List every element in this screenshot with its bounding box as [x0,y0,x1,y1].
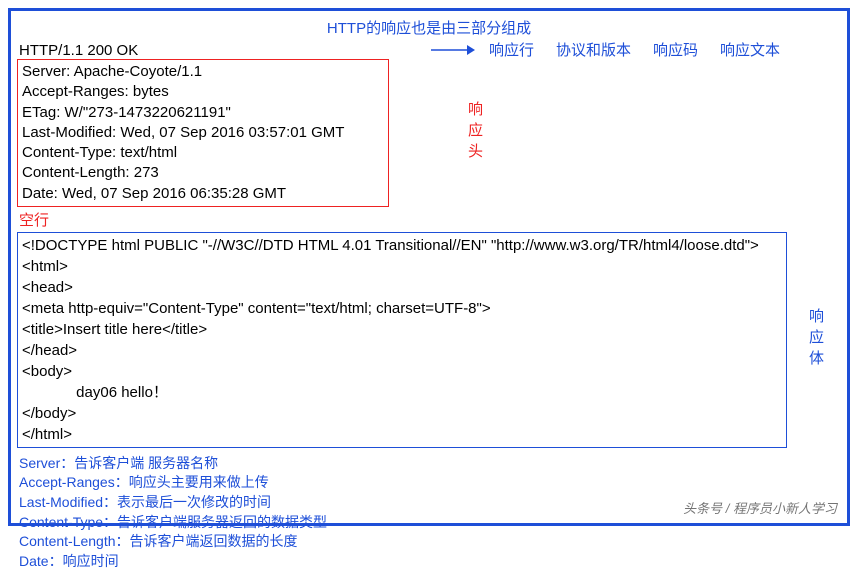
diagram-title: HTTP的响应也是由三部分组成 [17,17,841,38]
arrow-icon [431,43,475,57]
response-body-box: <!DOCTYPE html PUBLIC "-//W3C//DTD HTML … [17,232,787,448]
status-label-line: 响应行 [489,39,534,60]
status-line-annotations: 响应行 协议和版本 响应码 响应文本 [431,39,780,60]
header-line: ETag: W/"273-1473220621191" [22,103,384,123]
diagram-frame: HTTP的响应也是由三部分组成 HTTP/1.1 200 OK 响应行 协议和版… [8,8,850,526]
status-label-protocol: 协议和版本 [556,39,631,60]
headers-row: Server: Apache-Coyote/1.1 Accept-Ranges:… [17,59,841,207]
header-line: Content-Type: text/html [22,143,384,163]
watermark-text: 头条号 / 程序员小新人学习 [683,498,837,517]
header-line: Server: Apache-Coyote/1.1 [22,62,384,82]
headers-section-label: 响应头 [464,101,485,164]
body-row: <!DOCTYPE html PUBLIC "-//W3C//DTD HTML … [17,232,841,448]
blank-line-label: 空行 [17,209,841,230]
status-label-code: 响应码 [653,39,698,60]
explanation-line: Server：告诉客户端 服务器名称 [19,454,841,474]
header-line: Content-Length: 273 [22,163,384,183]
explanation-line: Content-Length：告诉客户端返回数据的长度 [19,532,841,552]
header-line: Date: Wed, 07 Sep 2016 06:35:28 GMT [22,184,384,204]
explanation-line: Date：响应时间 [19,552,841,571]
response-headers-box: Server: Apache-Coyote/1.1 Accept-Ranges:… [17,59,389,207]
body-content: <!DOCTYPE html PUBLIC "-//W3C//DTD HTML … [22,235,782,445]
header-line: Last-Modified: Wed, 07 Sep 2016 03:57:01… [22,123,384,143]
explanation-line: Accept-Ranges：响应头主要用来做上传 [19,473,841,493]
header-line: Accept-Ranges: bytes [22,82,384,102]
status-label-text: 响应文本 [720,39,780,60]
body-section-label: 响应体 [805,308,826,371]
